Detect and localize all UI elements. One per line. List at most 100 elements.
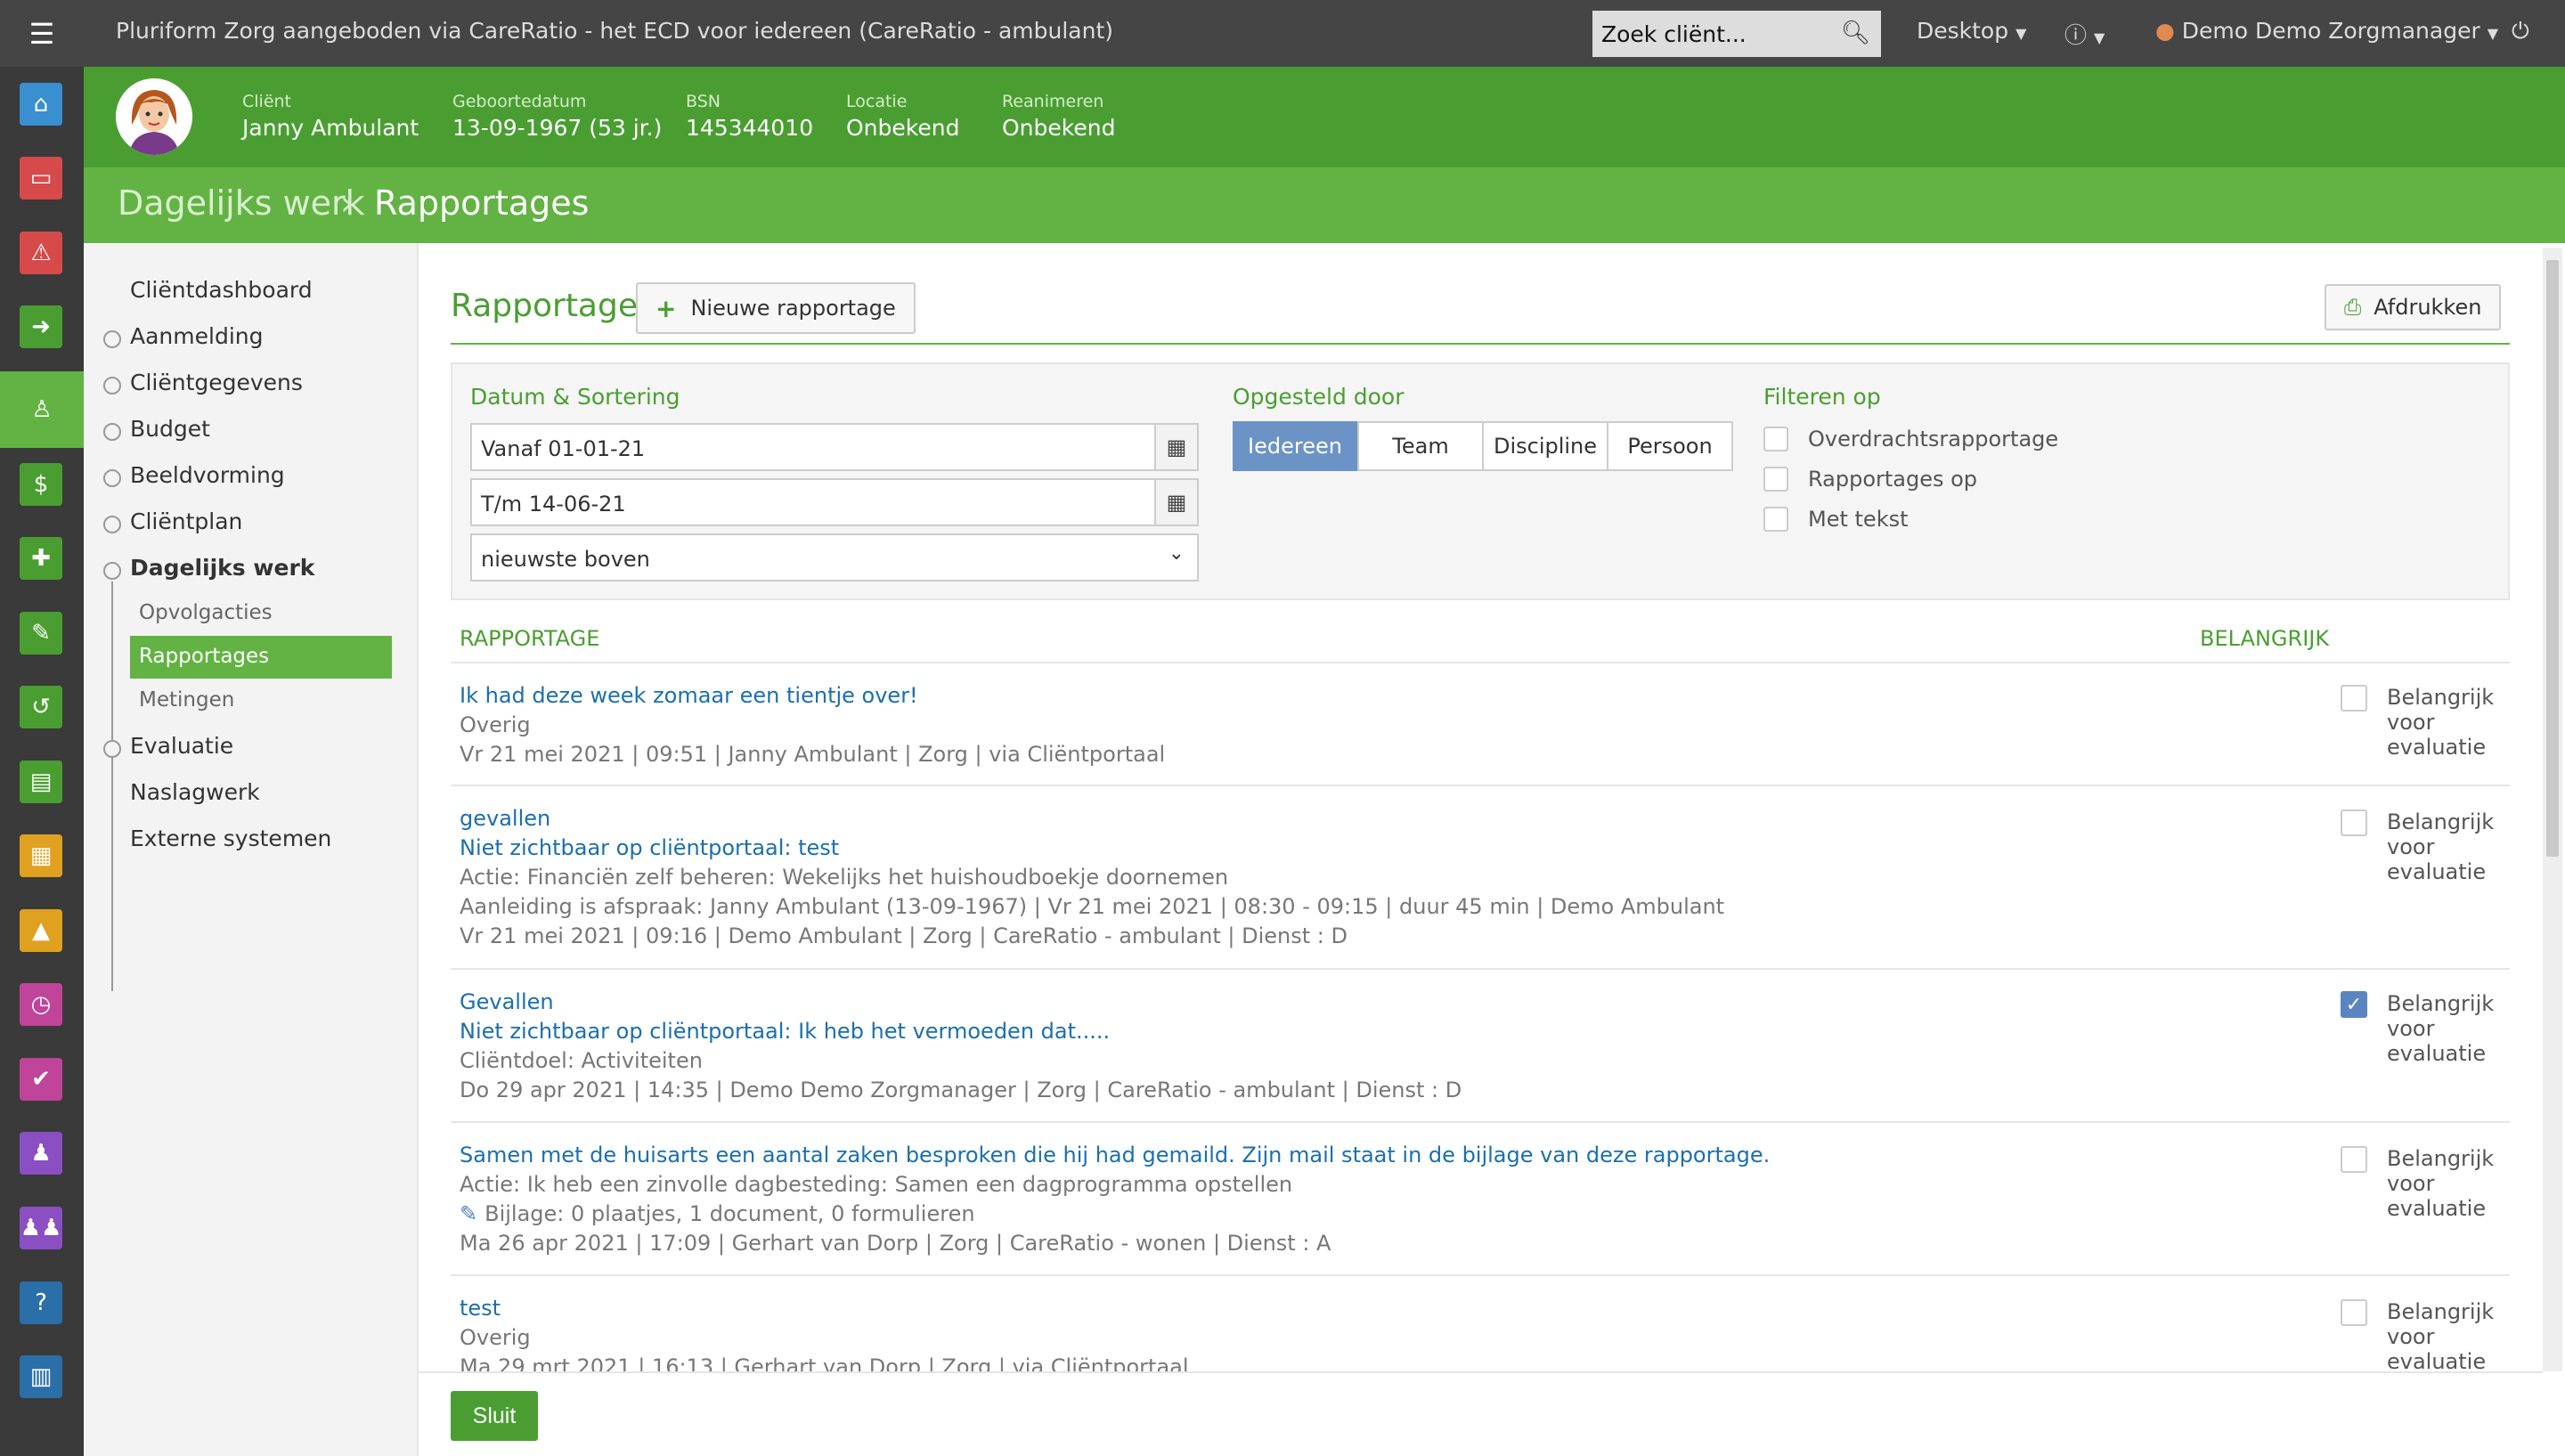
important-checkbox[interactable]: ✓ bbox=[2341, 991, 2367, 1018]
nav-sub-opvolgacties[interactable]: Opvolgacties bbox=[130, 592, 392, 635]
column-header-report: RAPPORTAGE bbox=[460, 626, 600, 651]
column-header-important: BELANGRIJK bbox=[2200, 626, 2330, 651]
report-subtitle-link[interactable]: Niet zichtbaar op cliëntportaal: test bbox=[460, 835, 839, 860]
pencil-icon[interactable]: ✎ bbox=[20, 612, 62, 655]
nav-label: Naslagwerk bbox=[130, 779, 260, 805]
report-title-link[interactable]: Samen met de huisarts een aantal zaken b… bbox=[460, 1143, 1770, 1167]
breadcrumb-parent[interactable]: Dagelijks werk bbox=[118, 183, 365, 223]
top-bar: ☰ Pluriform Zorg aangeboden via CareRati… bbox=[0, 0, 2565, 67]
date-from-value: Vanaf 01-01-21 bbox=[481, 436, 646, 461]
filter-met-tekst-checkbox[interactable] bbox=[1763, 507, 1788, 532]
person-icon[interactable]: ♟ bbox=[20, 1132, 62, 1175]
author-option-iedereen[interactable]: Iedereen bbox=[1233, 421, 1357, 471]
client-icon[interactable]: ♙ bbox=[0, 371, 84, 448]
report-title-link[interactable]: Ik had deze week zomaar een tientje over… bbox=[460, 683, 918, 708]
nav-item-dagelijks-werk[interactable]: Dagelijks werk› bbox=[103, 555, 468, 581]
report-attachment[interactable]: ✎ Bijlage: 0 plaatjes, 1 document, 0 form… bbox=[460, 1201, 975, 1226]
report-meta: Do 29 apr 2021 | 14:35 | Demo Demo Zorgm… bbox=[460, 1078, 1462, 1102]
close-button[interactable]: Sluit bbox=[451, 1391, 538, 1441]
client-field-location: Locatie Onbekend bbox=[846, 92, 959, 141]
author-option-discipline[interactable]: Discipline bbox=[1482, 421, 1608, 471]
new-report-button[interactable]: + Nieuwe rapportage bbox=[636, 282, 916, 334]
user-menu[interactable]: ● Demo Demo Zorgmanager ▼ bbox=[2155, 18, 2498, 44]
calendar-icon[interactable]: ▦ bbox=[1154, 480, 1197, 525]
date-from-field[interactable]: Vanaf 01-01-21 ▦ bbox=[470, 423, 1199, 471]
warning-icon[interactable]: ⚠ bbox=[20, 232, 62, 274]
calendar-icon[interactable]: ▦ bbox=[1154, 425, 1197, 469]
nav-item-clientgegevens[interactable]: Cliëntgegevens› bbox=[103, 370, 460, 395]
clock-icon[interactable]: ◷ bbox=[20, 983, 62, 1026]
menu-icon[interactable]: ☰ bbox=[0, 0, 84, 67]
important-checkbox[interactable] bbox=[2341, 1146, 2367, 1173]
step-dot bbox=[103, 330, 121, 348]
scrollbar-thumb[interactable] bbox=[2546, 260, 2559, 857]
nav-sub-rapportages[interactable]: Rapportages bbox=[130, 636, 392, 679]
document-icon[interactable]: ▤ bbox=[20, 761, 62, 803]
report-goal: Cliëntdoel: Activiteiten bbox=[460, 1048, 703, 1073]
breadcrumb-current: Rapportages bbox=[374, 183, 590, 223]
power-icon[interactable]: ⏻ bbox=[2512, 18, 2529, 45]
check-icon[interactable]: ✔ bbox=[20, 1058, 62, 1101]
sign-in-icon[interactable]: ➜ bbox=[20, 305, 62, 348]
chevron-down-icon: ⌄ bbox=[1168, 542, 1185, 565]
client-search-input[interactable] bbox=[1592, 11, 1833, 57]
important-checkbox[interactable] bbox=[2341, 809, 2367, 836]
breadcrumb: Dagelijks werk › Rapportages bbox=[84, 167, 2565, 243]
inbox-icon[interactable]: ▭ bbox=[20, 157, 62, 199]
report-title-link[interactable]: Gevallen bbox=[460, 989, 554, 1014]
nav-label: Aanmelding bbox=[130, 323, 264, 349]
date-sort-heading: Datum & Sortering bbox=[470, 384, 680, 410]
main-scrollbar[interactable] bbox=[2543, 248, 2562, 1371]
report-meta: Ma 26 apr 2021 | 17:09 | Gerhart van Dor… bbox=[460, 1231, 1331, 1256]
report-category: Overig bbox=[460, 712, 531, 737]
desktop-menu[interactable]: Desktop ▼ bbox=[1917, 18, 2026, 44]
paperclip-icon: ✎ bbox=[460, 1201, 478, 1226]
puzzle-icon[interactable]: ✚ bbox=[20, 537, 62, 580]
users-icon[interactable]: ♟♟ bbox=[20, 1207, 62, 1249]
author-option-team[interactable]: Team bbox=[1357, 421, 1484, 471]
nav-sub-metingen[interactable]: Metingen bbox=[130, 679, 392, 722]
nav-item-externe-systemen[interactable]: Externe systemen› bbox=[130, 826, 460, 851]
nav-item-budget[interactable]: Budget› bbox=[103, 416, 460, 442]
nav-item-beeldvorming[interactable]: Beeldvorming› bbox=[103, 462, 460, 488]
field-value: 13-09-1967 (53 jr.) bbox=[452, 115, 663, 141]
nav-item-naslagwerk[interactable]: Naslagwerk› bbox=[130, 779, 460, 805]
nav-item-dashboard[interactable]: Cliëntdashboard bbox=[130, 277, 313, 303]
info-menu[interactable]: ⓘ ▼ bbox=[2064, 18, 2105, 50]
client-field-name: Cliënt Janny Ambulant bbox=[242, 92, 419, 141]
client-avatar bbox=[116, 78, 192, 155]
bar-chart-icon[interactable]: ▥ bbox=[20, 1355, 62, 1398]
client-field-bsn: BSN 145344010 bbox=[686, 92, 813, 141]
filter-rapportages-op-checkbox[interactable] bbox=[1763, 467, 1788, 492]
report-subtitle-link[interactable]: Niet zichtbaar op cliëntportaal: Ik heb … bbox=[460, 1019, 1110, 1044]
important-label: Belangrijk voor evaluatie bbox=[2387, 1146, 2495, 1221]
report-title-link[interactable]: gevallen bbox=[460, 806, 550, 831]
sort-select[interactable]: nieuwste boven ⌄ bbox=[470, 533, 1199, 582]
field-label: Cliënt bbox=[242, 92, 292, 111]
nav-item-evaluatie[interactable]: Evaluatie› bbox=[103, 733, 460, 759]
report-title-link[interactable]: test bbox=[460, 1296, 501, 1321]
history-icon[interactable]: ↺ bbox=[20, 686, 62, 728]
date-to-field[interactable]: T/m 14-06-21 ▦ bbox=[470, 478, 1199, 526]
road-icon[interactable]: ▲ bbox=[20, 909, 62, 952]
nav-label: Beeldvorming bbox=[130, 462, 285, 488]
author-option-persoon[interactable]: Persoon bbox=[1607, 421, 1733, 471]
nav-label: Cliëntgegevens bbox=[130, 370, 303, 395]
nav-item-clientplan[interactable]: Cliëntplan› bbox=[103, 508, 460, 534]
calendar-icon[interactable]: ▦ bbox=[20, 834, 62, 877]
print-button[interactable]: ⎙ Afdrukken bbox=[2325, 284, 2502, 330]
help-icon[interactable]: ? bbox=[20, 1281, 62, 1324]
money-icon[interactable]: $ bbox=[20, 463, 62, 506]
search-icon[interactable]: 🔍︎ bbox=[1841, 20, 1870, 46]
nav-item-aanmelding[interactable]: Aanmelding› bbox=[103, 323, 460, 349]
nav-label: Cliëntplan bbox=[130, 508, 243, 534]
home-icon[interactable]: ⌂ bbox=[20, 83, 62, 126]
nav-label: Externe systemen bbox=[130, 826, 332, 851]
report-action: Actie: Ik heb een zinvolle dagbesteding:… bbox=[460, 1172, 1293, 1197]
important-checkbox[interactable] bbox=[2341, 685, 2367, 712]
important-checkbox[interactable] bbox=[2341, 1299, 2367, 1326]
filter-rapportages-op-label: Rapportages op bbox=[1808, 467, 1978, 492]
new-report-label: Nieuwe rapportage bbox=[690, 296, 896, 321]
filter-overdracht-checkbox[interactable] bbox=[1763, 427, 1788, 451]
caret-down-icon: ▼ bbox=[2487, 25, 2498, 42]
